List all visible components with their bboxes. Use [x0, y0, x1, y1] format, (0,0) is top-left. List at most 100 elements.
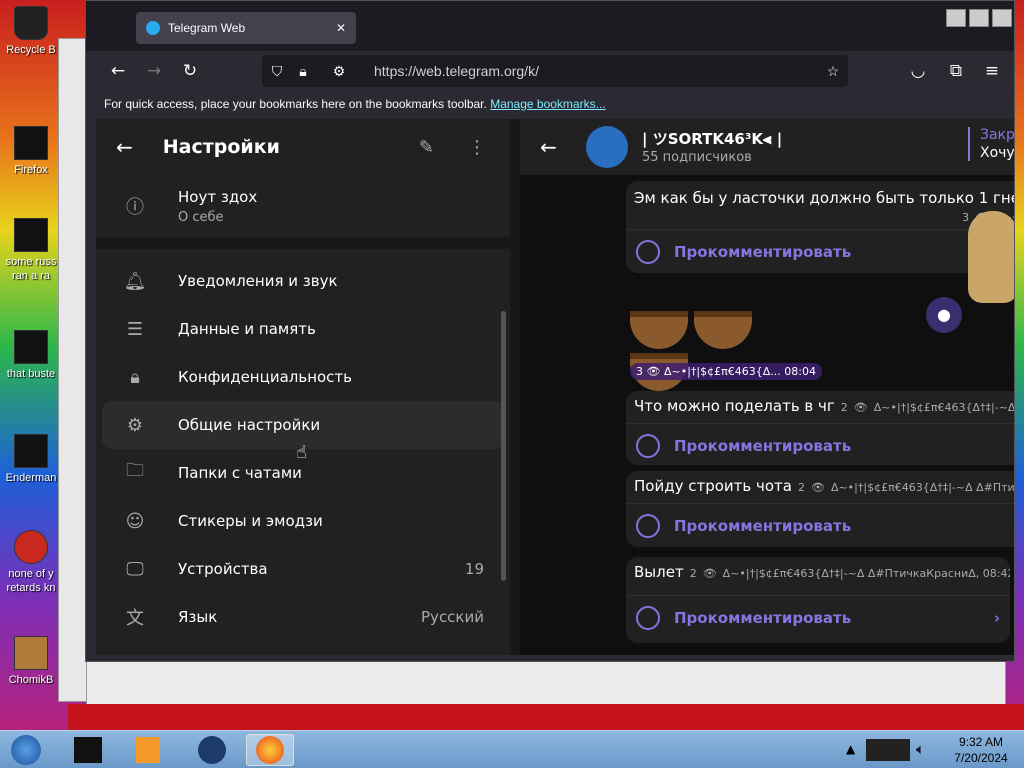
shield-icon[interactable]: ⛉	[262, 63, 292, 80]
start-button[interactable]	[4, 734, 48, 766]
bio-caption: О себе	[178, 209, 224, 225]
channel-name[interactable]: | ツSORTK46³K⫷ |	[642, 128, 782, 149]
file-icon	[14, 530, 48, 564]
bookmark-star-icon[interactable]: ☆	[818, 63, 848, 80]
settings-title: Настройки	[162, 136, 280, 158]
bio-row[interactable]: ⓘ Ноут здох О себе	[102, 175, 504, 237]
comment-button[interactable]: Прокомментировать	[626, 503, 1014, 547]
views-icon: 👁︎	[853, 401, 868, 414]
message-meta: 3👁︎Δ~•|	[626, 207, 1014, 229]
url-text[interactable]: https://web.telegram.org/k/	[374, 63, 818, 79]
views-icon: 👁︎	[646, 365, 661, 378]
back-arrow-icon[interactable]: ←	[540, 135, 557, 159]
clock[interactable]: 9:32 AM 7/20/2024	[944, 734, 1018, 766]
reload-icon[interactable]: ↻	[176, 57, 204, 85]
desktop-icon-file-3[interactable]: none of y retards kn	[0, 530, 62, 595]
background-window-bottom	[68, 704, 1024, 730]
pinned-label: Закр	[980, 127, 1014, 143]
message-text: Пойду строить чота	[634, 477, 792, 495]
tray-app-icon[interactable]	[866, 739, 910, 761]
settings-header: ← Настройки ✎ ⋮	[96, 119, 510, 175]
window-controls	[946, 9, 1012, 27]
desktop-icon-enderman[interactable]: Enderman	[0, 434, 62, 485]
recycle-bin-icon	[14, 6, 48, 40]
message-text-row: Вылет 2 👁︎ Δ~•|†|$¢£π€463{Δ†‡|-~Δ Δ#ПтичкаК…	[634, 563, 1010, 581]
bio-name: Ноут здох	[178, 187, 258, 206]
nest-image	[694, 311, 752, 349]
app-icon	[74, 737, 102, 763]
nav-bar: ← → ↻ ⛉ 🔒︎ ⚙ https://web.telegram.org/k/…	[86, 51, 1014, 91]
menu-icon[interactable]: ≡	[978, 57, 1006, 85]
comment-button[interactable]: Прокомментировать	[626, 229, 1014, 273]
message-1[interactable]: Эм как бы у ласточки должно быть только …	[626, 181, 1014, 273]
close-window-button[interactable]	[992, 9, 1012, 27]
settings-item-data[interactable]: ☰ Данные и память	[102, 305, 504, 353]
tab-telegram-web[interactable]: Telegram Web ✕	[136, 12, 356, 44]
app-icon	[14, 636, 48, 670]
message-2[interactable]: Что можно поделать в чг 2 👁︎ Δ~•|†|$¢£π€463…	[626, 391, 1014, 465]
info-icon: ⓘ	[126, 197, 144, 218]
sticker-icon: ☺	[125, 510, 145, 532]
bookmarks-hint: For quick access, place your bookmarks h…	[104, 97, 487, 111]
nest-album[interactable]: 3 👁︎ Δ~•|†|$¢£π€463{Δ... 08:04	[630, 311, 822, 391]
views-icon: 👁︎	[810, 481, 825, 494]
comment-button[interactable]: Прокомментировать ›	[626, 595, 1010, 639]
scrollbar[interactable]	[501, 311, 506, 581]
app-icon	[198, 736, 226, 764]
taskbar-media-player[interactable]	[124, 734, 172, 766]
desktop-icon-firefox[interactable]: Firefox	[0, 126, 62, 177]
pocket-icon[interactable]: ◡	[904, 57, 932, 85]
desktop-icon-chomik[interactable]: ChomikB	[0, 636, 62, 687]
minimize-button[interactable]	[946, 9, 966, 27]
taskbar-firefox[interactable]	[246, 734, 294, 766]
database-icon: ☰	[126, 318, 144, 340]
desktop-icon-file-1[interactable]: some russ ran a ra	[0, 218, 62, 283]
settings-panel: ← Настройки ✎ ⋮ ⓘ Ноут здох О себе 🔔︎ Ув…	[96, 119, 510, 655]
message-4[interactable]: Вылет 2 👁︎ Δ~•|†|$¢£π€463{Δ†‡|-~Δ Δ#ПтичкаК…	[626, 557, 1010, 643]
media-player-icon	[136, 737, 160, 763]
channel-avatar[interactable]	[586, 126, 628, 168]
message-text-row: Что можно поделать в чг 2 👁︎ Δ~•|†|$¢£π€463…	[634, 397, 1014, 415]
close-tab-icon[interactable]: ✕	[336, 21, 346, 35]
url-bar[interactable]: ⛉ 🔒︎ ⚙ https://web.telegram.org/k/ ☆	[262, 55, 848, 87]
comment-bubble-icon[interactable]: ●	[926, 297, 962, 333]
tray-show-hidden-icon[interactable]: ▲	[846, 742, 855, 756]
permissions-icon[interactable]: ⚙	[314, 63, 364, 80]
edit-icon[interactable]: ✎	[419, 137, 434, 158]
desktop-icon-label: ChomikB	[8, 674, 54, 686]
manage-bookmarks-link[interactable]: Manage bookmarks...	[490, 97, 605, 111]
extensions-icon[interactable]: ⧉	[942, 57, 970, 85]
lock-icon[interactable]: 🔒︎	[292, 63, 314, 80]
settings-item-label: Устройства	[178, 560, 268, 578]
pinned-text: Хочу	[980, 145, 1014, 161]
browser-window: Telegram Web ✕ ← → ↻ ⛉ 🔒︎ ⚙ https://web.…	[85, 0, 1015, 662]
maximize-button[interactable]	[969, 9, 989, 27]
taskbar-app-2[interactable]	[188, 734, 236, 766]
settings-item-notifications[interactable]: 🔔︎ Уведомления и звук	[102, 257, 504, 305]
volume-icon[interactable]: 🔈︎	[916, 740, 925, 758]
desktop-icon-file-2[interactable]: that buste	[0, 330, 62, 381]
nest-image	[630, 311, 688, 349]
more-icon[interactable]: ⋮	[468, 137, 486, 158]
back-arrow-icon[interactable]: ←	[116, 135, 133, 159]
settings-item-devices[interactable]: 🖵 Устройства 19	[102, 545, 504, 593]
windows-logo-icon	[11, 735, 41, 765]
mouse-cursor: ☝	[296, 442, 307, 463]
message-text: Вылет	[634, 563, 684, 581]
taskbar-app-1[interactable]	[64, 734, 112, 766]
forward-icon[interactable]: →	[140, 57, 168, 85]
bookmarks-toolbar: For quick access, place your bookmarks h…	[86, 91, 1014, 119]
bell-icon: 🔔︎	[123, 270, 147, 292]
gear-icon: ⚙	[126, 414, 144, 436]
settings-item-stickers[interactable]: ☺ Стикеры и эмодзи	[102, 497, 504, 545]
tab-title: Telegram Web	[168, 21, 246, 35]
settings-item-label: Язык	[178, 608, 218, 626]
comment-button[interactable]: Прокомментировать	[626, 423, 1014, 465]
back-icon[interactable]: ←	[104, 57, 132, 85]
message-3[interactable]: Пойду строить чота 2 👁︎ Δ~•|†|$¢£π€463{Δ†‡|…	[626, 471, 1014, 547]
settings-item-language[interactable]: 文 Язык Русский	[102, 593, 504, 641]
pinned-message[interactable]: Закр Хочу	[968, 127, 1014, 161]
desktop-icon-recycle-bin[interactable]: Recycle B	[0, 6, 62, 57]
settings-item-privacy[interactable]: 🔒︎ Конфиденциальность	[102, 353, 504, 401]
comment-icon	[636, 513, 660, 538]
